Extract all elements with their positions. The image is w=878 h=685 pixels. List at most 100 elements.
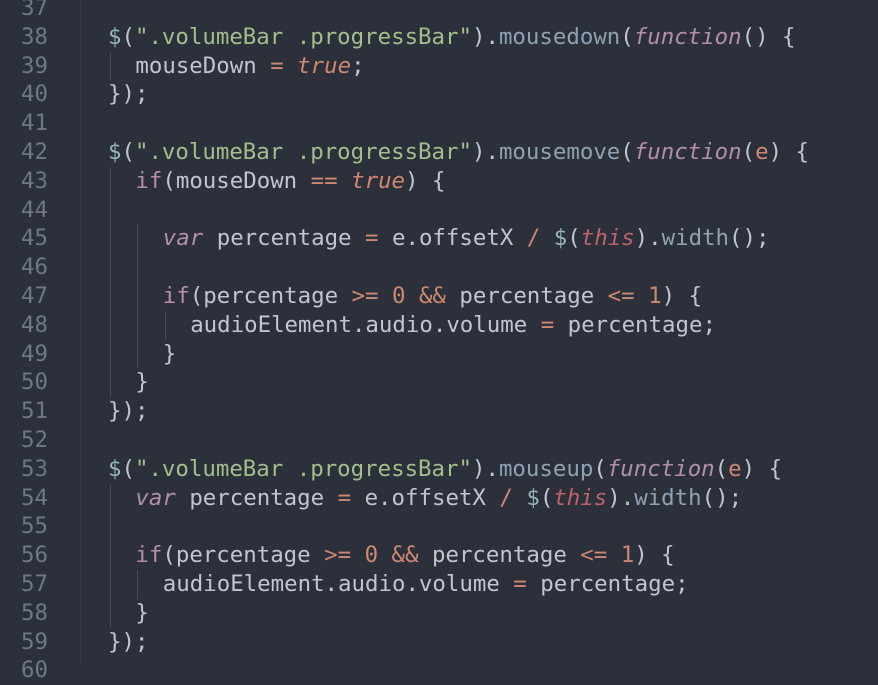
code-line-45[interactable]: 45 var percentage = e.offsetX / $(this).w… xyxy=(0,224,878,253)
line-code: var percentage = e.offsetX / $(this).wid… xyxy=(163,224,770,253)
code-token: ".volumeBar .progressBar" xyxy=(134,139,472,165)
line-number: 47 xyxy=(21,283,48,309)
code-token: (); xyxy=(701,484,743,511)
code-token: if xyxy=(162,283,190,309)
code-line-44[interactable]: 44 xyxy=(0,196,878,225)
line-number: 38 xyxy=(21,23,48,50)
code-token: 1 xyxy=(648,283,662,309)
code-line-50[interactable]: 50} xyxy=(0,368,878,397)
code-token: ( xyxy=(620,23,634,50)
code-token: / xyxy=(526,225,541,252)
line-code: var percentage = e.offsetX / $(this).wid… xyxy=(135,484,742,513)
line-code: } xyxy=(163,340,176,369)
code-line-58[interactable]: 58} xyxy=(0,599,878,628)
code-line-53[interactable]: 53 $(".volumeBar .progressBar").mouseup(f… xyxy=(0,455,878,484)
code-line-43[interactable]: 43 if(mouseDown == true) { xyxy=(0,167,878,196)
code-line-60[interactable]: 60 xyxy=(0,656,878,685)
code-line-42[interactable]: 42 $(".volumeBar .progressBar").mousemove… xyxy=(0,138,878,167)
line-number: 56 xyxy=(21,542,48,569)
code-token: e.offsetX xyxy=(351,484,500,511)
code-line-48[interactable]: 48 audioElement.audio.volume = percentage… xyxy=(0,311,878,340)
code-token: e xyxy=(728,455,742,482)
code-token: 0 xyxy=(364,542,379,569)
code-token: function xyxy=(633,139,742,165)
code-line-49[interactable]: 49} xyxy=(0,340,878,369)
code-token: ) { xyxy=(741,455,783,482)
code-token: 0 xyxy=(391,283,406,309)
code-line-41[interactable]: 41 xyxy=(0,109,878,138)
code-token: } xyxy=(162,340,177,367)
code-token: mouseDown xyxy=(135,52,271,79)
line-number: 42 xyxy=(21,139,48,165)
code-token: ( xyxy=(121,455,135,482)
code-token: ".volumeBar .progressBar" xyxy=(134,455,472,482)
code-line-51[interactable]: 51}); xyxy=(0,397,878,426)
line-code: audioElement.audio.volume = percentage; xyxy=(190,311,716,340)
line-code: } xyxy=(135,599,148,628)
code-token: percentage; xyxy=(554,311,716,338)
code-token: e xyxy=(755,139,769,165)
code-token: if xyxy=(135,167,163,194)
code-token: ) { xyxy=(768,139,810,165)
code-line-52[interactable]: 52 xyxy=(0,426,878,455)
code-token: percentage xyxy=(203,225,366,252)
line-code: $(".volumeBar .progressBar").mousedown(f… xyxy=(108,23,796,52)
code-line-56[interactable]: 56 if(percentage >= 0 && percentage <= 1)… xyxy=(0,541,878,570)
code-token: ".volumeBar .progressBar" xyxy=(134,23,472,50)
code-token: ( xyxy=(593,455,607,482)
code-line-55[interactable]: 55 xyxy=(0,512,878,541)
code-token: ( xyxy=(714,455,729,482)
line-number: 49 xyxy=(21,340,48,367)
line-code: $(".volumeBar .progressBar").mousemove(f… xyxy=(108,138,809,167)
line-number: 52 xyxy=(21,427,48,453)
code-token: == xyxy=(310,167,338,194)
code-token: width xyxy=(661,225,730,252)
code-line-38[interactable]: 38 $(".volumeBar .progressBar").mousedown… xyxy=(0,23,878,52)
code-line-46[interactable]: 46 xyxy=(0,253,878,282)
code-token: && xyxy=(418,283,446,309)
code-token: >= xyxy=(324,542,352,569)
code-token: e.offsetX xyxy=(378,225,527,252)
code-token: () { xyxy=(741,23,796,50)
line-number: 57 xyxy=(21,571,48,597)
code-token: audioElement.audio.volume xyxy=(162,571,514,597)
line-number: 58 xyxy=(21,599,48,626)
code-line-54[interactable]: 54 var percentage = e.offsetX / $(this).w… xyxy=(0,484,878,513)
code-token: >= xyxy=(351,283,379,309)
code-line-39[interactable]: 39 mouseDown = true; xyxy=(0,52,878,81)
code-token: ) { xyxy=(405,167,446,194)
line-code: if(percentage >= 0 && percentage <= 1) { xyxy=(163,282,702,311)
code-token: }); xyxy=(108,628,149,655)
code-token: ; xyxy=(351,52,365,79)
code-line-40[interactable]: 40}); xyxy=(0,80,878,109)
code-line-59[interactable]: 59}); xyxy=(0,628,878,657)
line-code: }); xyxy=(108,80,148,109)
code-token: ). xyxy=(471,139,499,165)
line-number: 60 xyxy=(21,657,48,684)
code-token: ( xyxy=(121,23,135,50)
code-token: this xyxy=(580,225,635,252)
code-token: percentage xyxy=(418,542,581,569)
code-editor[interactable]: 37 38 $(".volumeBar .progressBar").mousedo… xyxy=(0,0,878,683)
code-token: (percentage xyxy=(189,283,352,309)
code-token: = xyxy=(337,484,352,511)
code-token: = xyxy=(513,571,527,597)
code-token: mousedown xyxy=(498,23,621,50)
code-token: percentage; xyxy=(526,571,689,597)
line-number: 46 xyxy=(21,254,48,281)
code-token: ( xyxy=(121,139,135,165)
code-token: if xyxy=(135,542,163,569)
code-token: $ xyxy=(108,455,122,482)
line-number: 41 xyxy=(21,110,48,137)
code-line-57[interactable]: 57 audioElement.audio.volume = percentage… xyxy=(0,570,878,599)
code-line-47[interactable]: 47 if(percentage >= 0 && percentage <= 1)… xyxy=(0,282,878,311)
code-line-37[interactable]: 37 xyxy=(0,0,878,23)
code-token: ( xyxy=(741,139,756,165)
line-number: 43 xyxy=(21,167,48,194)
line-number: 48 xyxy=(21,311,48,338)
code-token: = xyxy=(365,225,379,252)
